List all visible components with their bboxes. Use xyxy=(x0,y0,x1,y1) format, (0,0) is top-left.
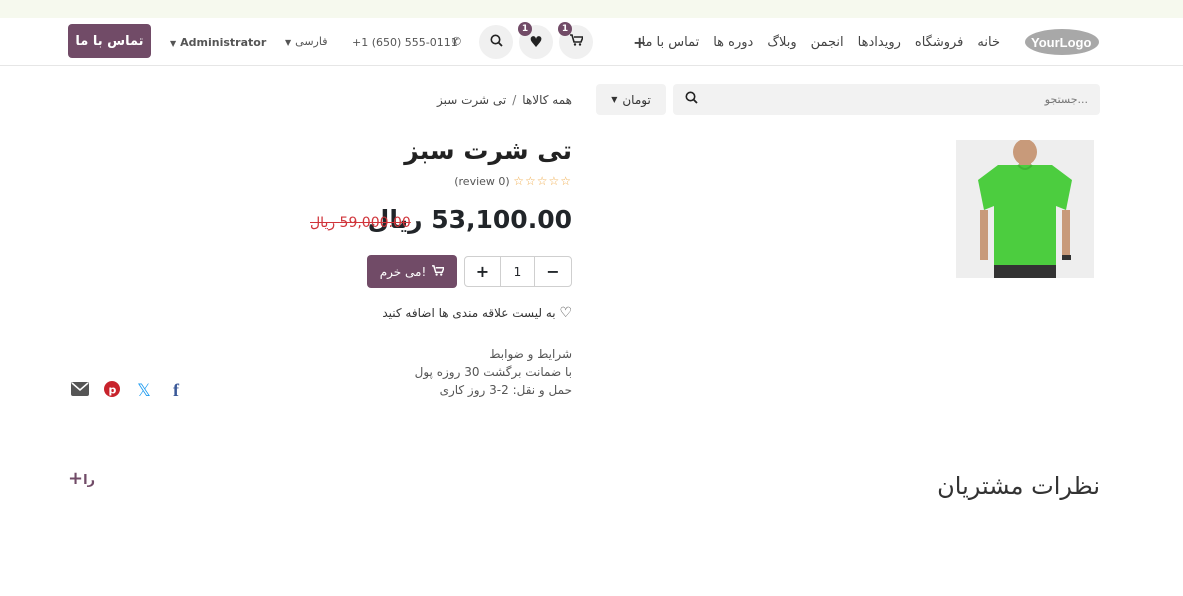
quantity-increase-button[interactable]: + xyxy=(465,257,501,286)
user-menu[interactable]: ▼ Administrator xyxy=(170,36,266,49)
add-to-cart-button[interactable]: می خرم! xyxy=(367,255,457,288)
pinterest-icon[interactable]: p xyxy=(102,380,122,401)
product-terms: شرایط و ضوابط با ضمانت برگشت 30 روزه پول… xyxy=(415,345,572,399)
quantity-input[interactable]: 1 xyxy=(501,257,535,286)
breadcrumb-separator: / xyxy=(512,93,517,107)
wishlist-count-badge: 1 xyxy=(518,22,532,36)
product-rating[interactable]: ☆☆☆☆☆ (0 review) xyxy=(454,174,572,188)
heart-icon: ♥ xyxy=(529,33,543,51)
search-input[interactable]: جستجو... xyxy=(673,84,1100,115)
quantity-decrease-button[interactable]: − xyxy=(535,257,571,286)
cart-count-badge: 1 xyxy=(558,22,572,36)
currency-selector[interactable]: ▼ تومان xyxy=(596,84,666,115)
wishlist-button[interactable]: ♥ 1 xyxy=(518,22,553,59)
product-image[interactable] xyxy=(956,140,1094,278)
add-to-cart-label: می خرم! xyxy=(379,264,427,279)
share-links: p 𝕏 f xyxy=(70,380,186,401)
menu-item-shop[interactable]: فروشگاه xyxy=(915,35,964,50)
wishlist-label: به لیست علاقه مندی ها اضافه کنید xyxy=(382,306,556,320)
product-title: تی شرت سبز xyxy=(404,136,572,165)
quantity-stepper: + 1 − xyxy=(464,256,572,287)
cart-button[interactable]: 1 xyxy=(558,22,593,59)
phone-number[interactable]: +1 (650) 555-0111 xyxy=(352,36,458,49)
terms-line-guarantee: با ضمانت برگشت 30 روزه پول xyxy=(414,365,572,379)
plus-icon[interactable]: + xyxy=(633,33,646,52)
cart-icon xyxy=(432,264,446,279)
language-label: فارسی xyxy=(295,35,328,48)
cart-icon xyxy=(569,34,584,50)
breadcrumb-current: تی شرت سبز xyxy=(436,93,507,107)
caret-down-icon: ▼ xyxy=(170,39,177,48)
menu-item-courses[interactable]: دوره ها xyxy=(713,35,753,50)
breadcrumb-all-products[interactable]: همه کالاها xyxy=(522,93,572,107)
caret-down-icon: ▼ xyxy=(611,95,618,104)
caret-down-icon: ▼ xyxy=(285,38,292,47)
terms-line-shipping: حمل و نقل: 2-3 روز کاری xyxy=(439,383,572,397)
star-icon: ☆☆☆☆☆ xyxy=(513,174,572,188)
menu-item-contact[interactable]: تماس با ما xyxy=(641,35,699,50)
user-name: Administrator xyxy=(180,36,267,49)
search-icon xyxy=(490,34,503,51)
language-selector[interactable]: ▼ فارسی xyxy=(285,35,327,48)
add-to-wishlist-link[interactable]: ♡ به لیست علاقه مندی ها اضافه کنید xyxy=(382,305,572,321)
top-strip xyxy=(0,0,1183,18)
menu-item-home[interactable]: خانه xyxy=(977,35,1000,50)
main-menu: خانه فروشگاه رویدادها انجمن وبلاگ دوره ه… xyxy=(641,35,1000,50)
plus-icon: + xyxy=(68,468,84,489)
search-icon[interactable] xyxy=(685,91,698,107)
breadcrumb: همه کالاها / تی شرت سبز xyxy=(437,93,572,107)
search-button[interactable] xyxy=(479,25,513,59)
menu-item-blog[interactable]: وبلاگ xyxy=(767,35,796,50)
email-icon[interactable] xyxy=(70,381,90,400)
review-count: (0 review) xyxy=(454,175,510,188)
contact-us-button[interactable]: تماس با ما xyxy=(68,24,151,58)
add-review-button[interactable]: را+ xyxy=(68,468,95,489)
heart-outline-icon: ♡ xyxy=(559,305,572,321)
svg-text:p: p xyxy=(109,383,117,396)
product-old-price: 59,000.00 ریال xyxy=(310,215,411,231)
terms-heading[interactable]: شرایط و ضوابط xyxy=(415,345,572,363)
site-logo[interactable]: YourLogo xyxy=(1024,27,1100,57)
currency-label: تومان xyxy=(622,92,651,107)
x-icon[interactable]: 𝕏 xyxy=(134,381,154,401)
facebook-icon[interactable]: f xyxy=(166,380,186,401)
add-review-label: را xyxy=(83,473,96,488)
svg-text:YourLogo: YourLogo xyxy=(1031,35,1091,50)
menu-item-forum[interactable]: انجمن xyxy=(811,35,844,50)
menu-item-events[interactable]: رویدادها xyxy=(858,35,901,50)
search-placeholder: جستجو... xyxy=(1044,93,1088,106)
customer-reviews-title: نظرات مشتریان xyxy=(937,472,1100,500)
